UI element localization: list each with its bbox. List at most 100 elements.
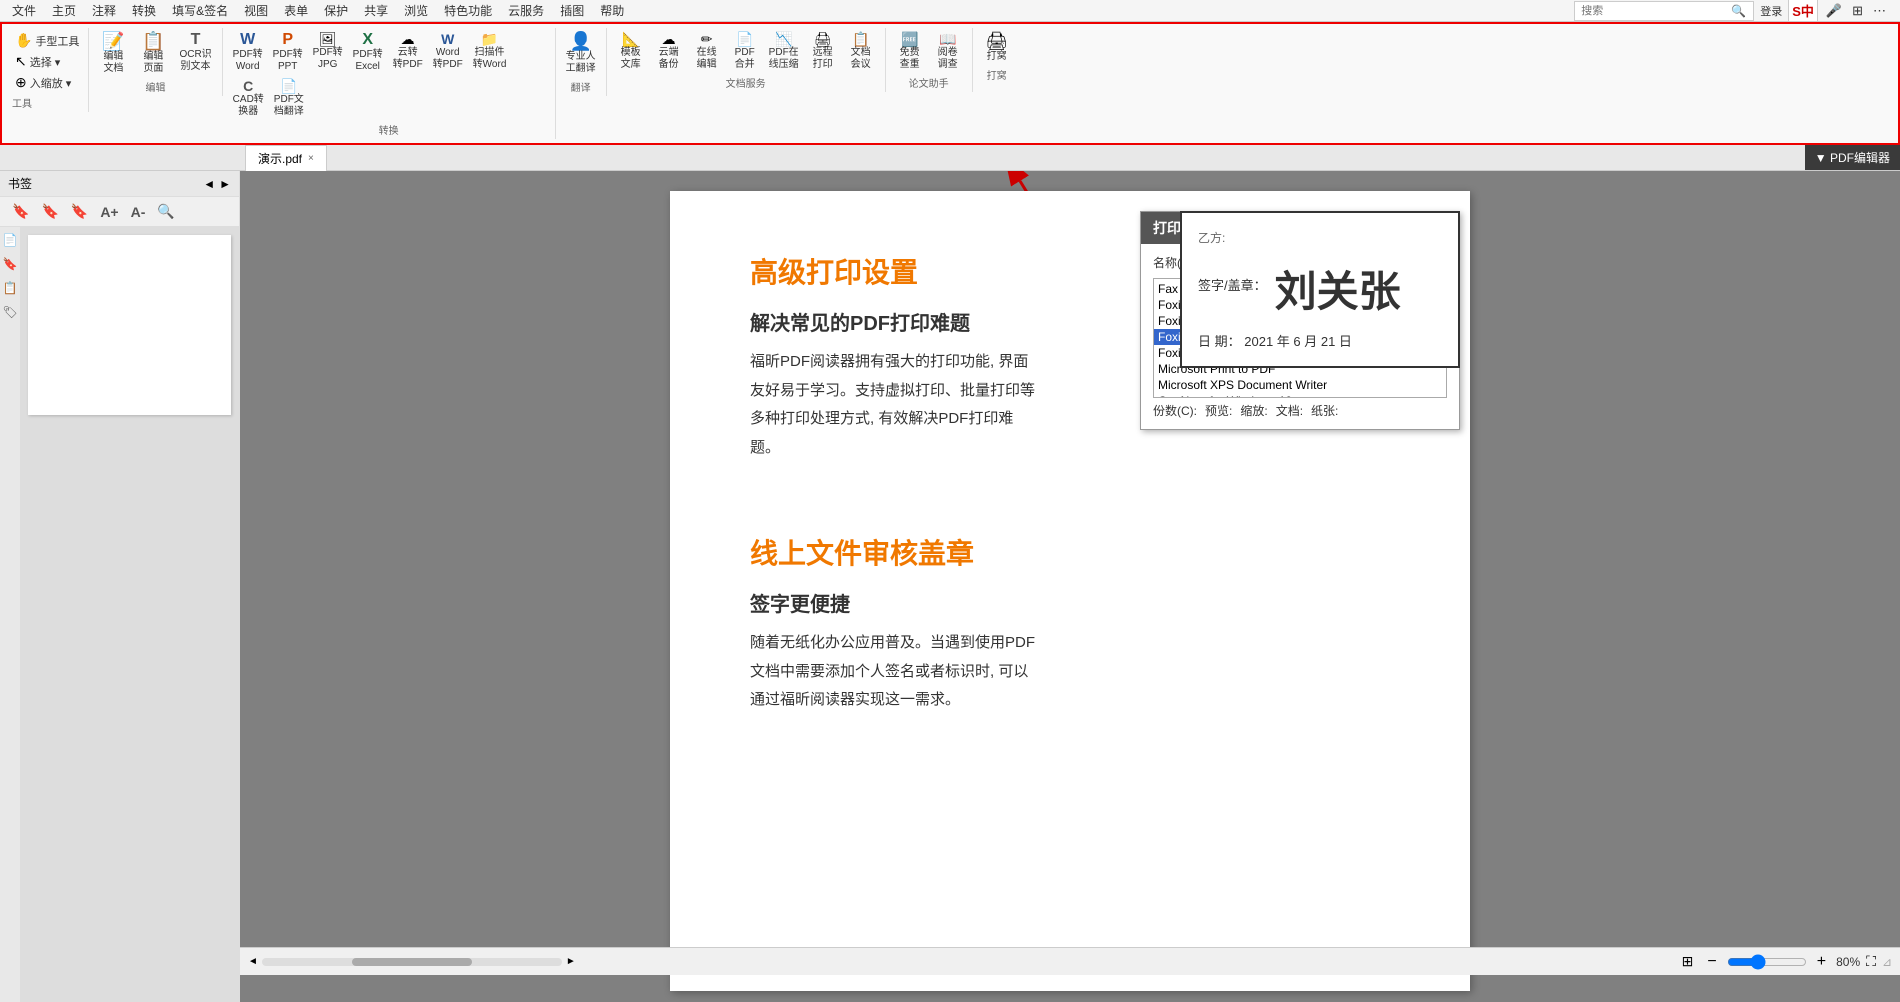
doc-meeting-button[interactable]: 📋 文档会议: [843, 30, 879, 73]
pdf-to-ppt-label: PDF转PPT: [273, 49, 303, 73]
sidebar-nav-next[interactable]: ►: [219, 177, 231, 191]
horizontal-scrollbar[interactable]: ◄ ►: [248, 956, 1678, 967]
font-increase-icon[interactable]: A+: [96, 202, 122, 222]
bookmark-add-icon[interactable]: 🔖: [37, 201, 62, 222]
scroll-right-icon[interactable]: ►: [566, 956, 576, 967]
pdf-to-word-button[interactable]: W PDF转Word: [229, 30, 267, 75]
menu-item-annotate[interactable]: 注释: [84, 0, 124, 21]
sidebar-nav-prev[interactable]: ◄: [203, 177, 215, 191]
menu-item-protect[interactable]: 保护: [316, 0, 356, 21]
scroll-track[interactable]: [262, 958, 562, 966]
hand-tool-button[interactable]: ✋ 手型工具: [12, 30, 82, 51]
tool-group: ✋ 手型工具 ↖ 选择 ▾ ⊕ 入缩放 ▾ 工具: [6, 28, 89, 112]
font-decrease-icon[interactable]: A-: [127, 202, 150, 222]
word-to-pdf-label: Word转PDF: [433, 47, 463, 71]
menu-item-file[interactable]: 文件: [4, 0, 44, 21]
template-button[interactable]: 📐 模板文库: [613, 30, 649, 73]
menu-item-help[interactable]: 帮助: [592, 0, 632, 21]
menu-item-convert[interactable]: 转换: [124, 0, 164, 21]
pdf-merge-icon: 📄: [736, 32, 753, 46]
sidebar-search-icon[interactable]: 🔍: [153, 201, 178, 222]
edit-page-icon: 📋: [142, 32, 164, 50]
printer-item-onenote[interactable]: OneNote for Windows 10: [1154, 393, 1446, 398]
fullscreen-button[interactable]: ⛶: [1866, 953, 1876, 970]
login-button[interactable]: 登录: [1760, 3, 1782, 19]
word-to-pdf-button[interactable]: W Word转PDF: [429, 30, 467, 75]
pdf-to-jpg-button[interactable]: 🖼 PDF转JPG: [309, 30, 347, 75]
menu-item-view[interactable]: 视图: [236, 0, 276, 21]
pdf-compress-label: PDF在线压缩: [769, 47, 799, 71]
cloud-convert-button[interactable]: ☁ 云转转PDF: [389, 30, 427, 75]
bookmark-icon[interactable]: 🔖: [8, 201, 33, 222]
online-edit-button[interactable]: ✏ 在线编辑: [689, 30, 725, 73]
zoom-in-button[interactable]: +: [1813, 953, 1830, 971]
pdf-to-excel-button[interactable]: X PDF转Excel: [349, 30, 387, 75]
signature-name: 刘关张: [1275, 258, 1401, 319]
zoom-out-button[interactable]: −: [1703, 953, 1720, 971]
translation-group-label: 翻译: [571, 79, 591, 94]
menu-item-sign[interactable]: 填写&签名: [164, 0, 236, 21]
printer-item-ms-xps[interactable]: Microsoft XPS Document Writer: [1154, 377, 1446, 393]
menu-item-browse[interactable]: 浏览: [396, 0, 436, 21]
scan-to-word-button[interactable]: 📁 扫描件转Word: [469, 30, 511, 75]
grid-icon[interactable]: ⊞: [1850, 1, 1865, 21]
zoom-tool-button[interactable]: ⊕ 入缩放 ▾: [12, 72, 82, 93]
pdf-merge-label: PDF合并: [735, 47, 755, 71]
section1-title: 高级打印设置: [750, 251, 1040, 291]
cad-convert-button[interactable]: C CAD转换器: [229, 77, 268, 120]
pro-translate-button[interactable]: 👤 专业人工翻译: [562, 30, 600, 77]
pdf-merge-button[interactable]: 📄 PDF合并: [727, 30, 763, 73]
pdf-to-ppt-button[interactable]: P PDF转PPT: [269, 30, 307, 75]
preview-field: 预览:: [1205, 402, 1232, 419]
chinese-input-icon[interactable]: S中: [1788, 0, 1818, 22]
zoom-slider[interactable]: [1727, 954, 1807, 970]
tab-close-button[interactable]: ×: [308, 153, 314, 164]
comment-nav-icon[interactable]: 📋: [1, 279, 20, 297]
pdf-translate-button[interactable]: 📄 PDF文档翻译: [270, 77, 308, 120]
search-bar[interactable]: 🔍: [1574, 1, 1754, 21]
more-icon[interactable]: ⋯: [1871, 1, 1888, 21]
print-button[interactable]: 🖨 打窝: [979, 30, 1015, 65]
word-icon: W: [240, 32, 255, 48]
pdf-tab[interactable]: 演示.pdf ×: [245, 145, 327, 171]
menu-item-insert[interactable]: 插图: [552, 0, 592, 21]
bookmark-remove-icon[interactable]: 🔖: [67, 201, 92, 222]
mic-icon[interactable]: 🎤: [1824, 1, 1844, 21]
ocr-icon: T: [191, 32, 201, 48]
menu-item-share[interactable]: 共享: [356, 0, 396, 21]
menu-item-form[interactable]: 表单: [276, 0, 316, 21]
cloud-convert-icon: ☁: [401, 32, 415, 46]
pdf-viewer[interactable]: 高级打印设置 解决常见的PDF打印难题 福昕PDF阅读器拥有强大的打印功能, 界…: [240, 171, 1900, 1002]
menu-item-home[interactable]: 主页: [44, 0, 84, 21]
signature-party: 乙方:: [1198, 229, 1442, 246]
doc-field: 文档:: [1276, 402, 1303, 419]
remote-print-button[interactable]: 🖨 远程打印: [805, 30, 841, 73]
page-nav-icon[interactable]: 📄: [1, 231, 20, 249]
tag-nav-icon[interactable]: 🏷: [0, 303, 19, 321]
cloud-backup-button[interactable]: ☁ 云端备份: [651, 30, 687, 73]
scroll-left-icon[interactable]: ◄: [248, 956, 258, 967]
menu-item-special[interactable]: 特色功能: [436, 0, 500, 21]
page-thumbnail[interactable]: [28, 235, 231, 415]
thumbnail-view-icon[interactable]: ⊞: [1678, 953, 1698, 970]
pdf-to-jpg-label: PDF转JPG: [313, 47, 343, 71]
search-input[interactable]: [1581, 5, 1723, 17]
copies-label: 份数(C):: [1153, 402, 1197, 419]
edit-page-button[interactable]: 📋 编辑页面: [135, 30, 171, 77]
zoom-tool-label: 入缩放 ▾: [30, 75, 72, 91]
menu-item-cloud[interactable]: 云服务: [500, 0, 552, 21]
select-tool-button[interactable]: ↖ 选择 ▾: [12, 51, 82, 72]
main-area: 书签 ◄ ► 🔖 🔖 🔖 A+ A- 🔍 📄 🔖 📋 🏷: [0, 171, 1900, 1002]
edit-doc-button[interactable]: 📝 编辑文档: [95, 30, 131, 77]
zoom-icon: ⊕: [15, 74, 27, 91]
sidebar-pages: [20, 227, 239, 1002]
pdf-compress-button[interactable]: 📉 PDF在线压缩: [765, 30, 803, 73]
tab-filename: 演示.pdf: [258, 150, 302, 167]
pdf-editor-panel-button[interactable]: ▼ PDF编辑器: [1805, 145, 1900, 170]
edit-group-label: 编辑: [146, 79, 166, 94]
hand-tool-label: 手型工具: [35, 33, 79, 49]
bookmark-nav-icon[interactable]: 🔖: [1, 255, 20, 273]
survey-button[interactable]: 📖 阅卷调查: [930, 30, 966, 73]
free-check-button[interactable]: 🆓 免费查重: [892, 30, 928, 73]
ocr-button[interactable]: T OCR识别文本: [175, 30, 215, 77]
